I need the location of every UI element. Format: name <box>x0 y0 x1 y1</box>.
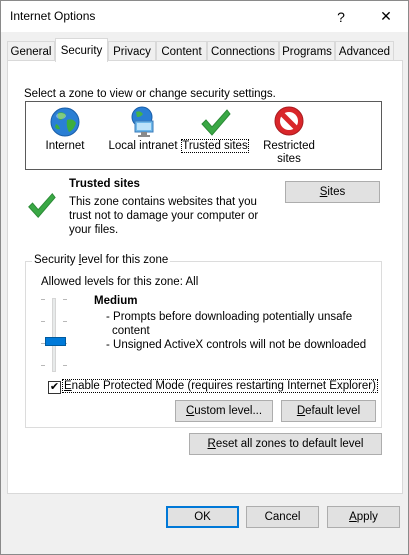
allowed-levels-text: Allowed levels for this zone: All <box>41 276 199 288</box>
slider-tick <box>41 365 45 366</box>
window-title: Internet Options <box>10 9 96 23</box>
level-bullet-2: - Unsigned ActiveX controls will not be … <box>106 339 367 351</box>
zone-prompt: Select a zone to view or change security… <box>24 88 276 100</box>
zone-list: Internet Local intranet Trusted sites Re… <box>25 101 382 170</box>
selected-zone-icon <box>25 189 57 224</box>
zone-trusted-sites-label: Trusted sites <box>181 139 249 153</box>
zone-restricted-sites[interactable]: Restricted sites <box>256 102 322 169</box>
protected-mode-checkbox[interactable]: ✔ <box>48 381 61 394</box>
zone-restricted-sites-label-line2: sites <box>277 153 301 165</box>
selected-zone-title: Trusted sites <box>69 178 140 190</box>
no-entry-icon <box>272 105 306 142</box>
close-button[interactable]: ✕ <box>364 1 408 32</box>
reset-all-zones-button[interactable]: Reset all zones to default level <box>189 433 382 455</box>
selected-zone-desc-line2: trust not to damage your computer or <box>69 210 259 222</box>
cancel-button[interactable]: Cancel <box>246 506 319 528</box>
globe-icon <box>48 105 82 142</box>
zone-internet[interactable]: Internet <box>30 102 100 169</box>
tab-connections[interactable]: Connections <box>207 41 279 61</box>
default-level-button[interactable]: Default level <box>281 400 376 422</box>
level-description: - Prompts before downloading potentially… <box>106 310 366 352</box>
check-icon: ✔ <box>49 381 60 393</box>
security-level-slider-track[interactable] <box>52 298 56 372</box>
selected-zone-desc-line3: your files. <box>69 224 119 236</box>
selected-zone-desc-line1: This zone contains websites that you <box>69 196 257 208</box>
security-level-group-title: Security level for this zone <box>32 254 171 266</box>
level-bullet-1-line2: content <box>112 325 150 337</box>
network-monitor-icon <box>126 105 160 142</box>
protected-mode-label[interactable]: Enable Protected Mode (requires restarti… <box>62 379 378 393</box>
security-tab-panel: Select a zone to view or change security… <box>7 60 403 494</box>
help-button[interactable]: ? <box>319 1 363 32</box>
tab-general[interactable]: General <box>7 41 55 61</box>
internet-options-dialog: Internet Options ? ✕ General Security Pr… <box>0 0 409 555</box>
selected-zone-description: This zone contains websites that you tru… <box>69 195 258 237</box>
zone-internet-label: Internet <box>45 140 85 152</box>
slider-tick <box>63 299 67 300</box>
custom-level-button[interactable]: Custom level... <box>175 400 273 422</box>
slider-tick <box>41 299 45 300</box>
checkmark-icon <box>198 105 232 142</box>
ok-button[interactable]: OK <box>166 506 239 528</box>
title-bar: Internet Options ? ✕ <box>1 1 408 32</box>
slider-tick <box>63 321 67 322</box>
zone-local-intranet-label: Local intranet <box>108 140 178 152</box>
tab-advanced[interactable]: Advanced <box>335 41 394 61</box>
security-level-slider-thumb[interactable] <box>45 337 66 346</box>
slider-tick <box>63 365 67 366</box>
tab-privacy[interactable]: Privacy <box>108 41 156 61</box>
sites-button[interactable]: Sites <box>285 181 380 203</box>
zone-restricted-sites-label-line1: Restricted <box>263 140 315 152</box>
zone-local-intranet[interactable]: Local intranet <box>102 102 184 169</box>
slider-tick <box>41 321 45 322</box>
level-bullet-1-line1: - Prompts before downloading potentially… <box>106 311 353 323</box>
checkmark-icon <box>28 192 56 218</box>
level-name: Medium <box>94 295 138 307</box>
apply-button[interactable]: Apply <box>327 506 400 528</box>
tab-programs[interactable]: Programs <box>279 41 335 61</box>
tab-content[interactable]: Content <box>156 41 207 61</box>
zone-trusted-sites[interactable]: Trusted sites <box>181 102 249 169</box>
tab-security[interactable]: Security <box>55 38 108 62</box>
